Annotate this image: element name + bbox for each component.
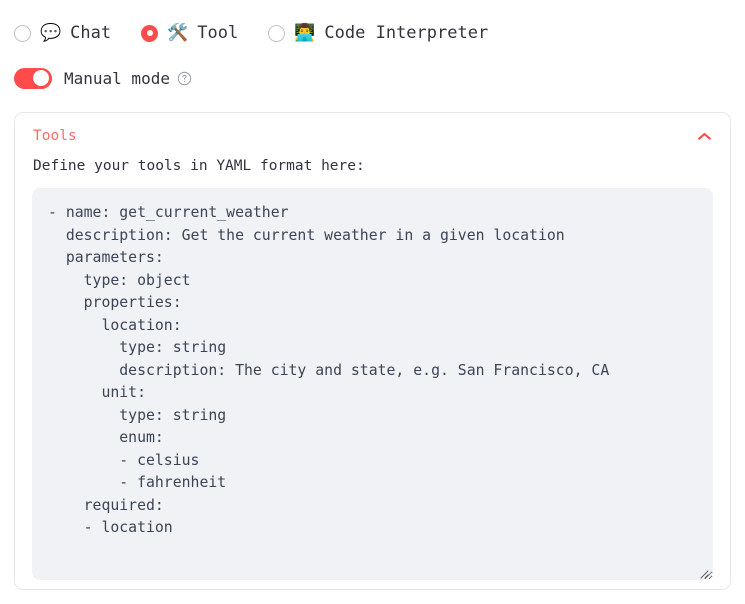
manual-mode-toggle[interactable] (14, 67, 52, 89)
radio-mark-tool[interactable] (141, 24, 159, 42)
tools-card-title: Tools (33, 128, 77, 144)
radio-label-code-interpreter: Code Interpreter (324, 22, 489, 43)
tools-card-description: Define your tools in YAML format here: (33, 158, 365, 174)
radio-mark-code-interpreter[interactable] (268, 24, 286, 42)
question-mark-circle-icon[interactable] (177, 71, 192, 86)
radio-mark-chat[interactable] (14, 24, 31, 42)
speech-balloon-icon: 💬 (40, 22, 62, 43)
hammer-and-wrench-icon: 🛠️ (167, 22, 189, 43)
radio-option-code-interpreter[interactable]: 👨‍💻 Code Interpreter (268, 22, 489, 43)
manual-mode-row: Manual mode (0, 48, 745, 92)
radio-option-chat[interactable]: 💬 Chat (14, 22, 112, 43)
tools-card-header[interactable]: Tools (15, 113, 730, 144)
radio-label-chat: Chat (70, 22, 112, 43)
manual-mode-label: Manual mode (64, 68, 170, 88)
mode-selector-radio-group[interactable]: 💬 Chat 🛠️ Tool 👨‍💻 Code Interpreter (0, 0, 745, 48)
chevron-up-icon[interactable] (696, 128, 712, 144)
tools-yaml-textarea[interactable] (32, 188, 713, 580)
tools-card: Tools Define your tools in YAML format h… (14, 112, 731, 590)
yaml-editor-wrapper (32, 188, 713, 580)
toggle-knob (33, 70, 49, 86)
radio-option-tool[interactable]: 🛠️ Tool (141, 22, 239, 43)
technologist-icon: 👨‍💻 (294, 22, 316, 43)
radio-label-tool: Tool (197, 22, 239, 43)
